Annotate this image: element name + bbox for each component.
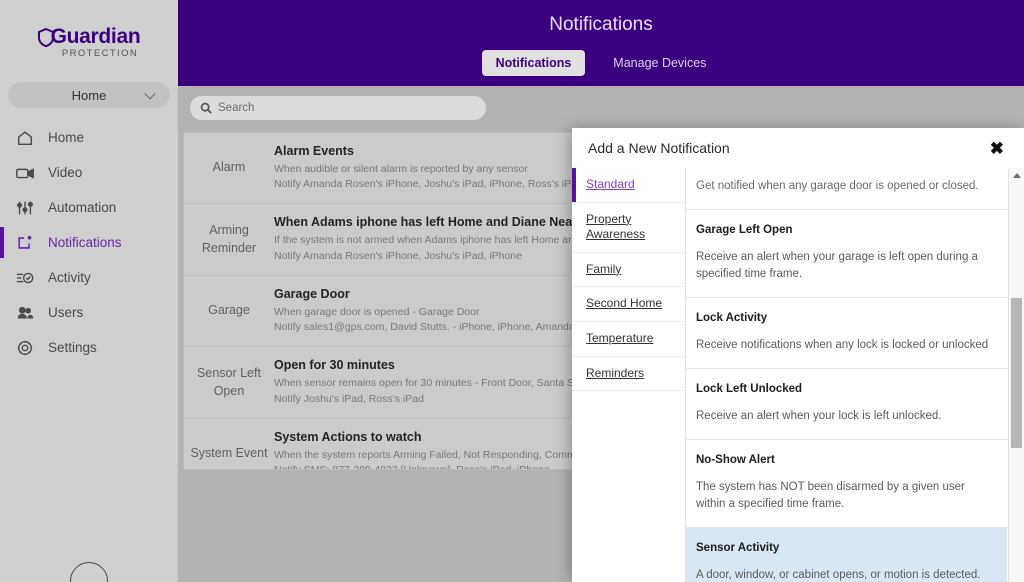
list-item[interactable]: Lock Left Unlocked Receive an alert when… xyxy=(686,369,1007,440)
modal-title: Add a New Notification xyxy=(588,140,986,156)
home-icon xyxy=(14,127,36,149)
list-item[interactable]: Garage Left Open Receive an alert when y… xyxy=(686,210,1007,298)
option-description: Receive notifications when any lock is l… xyxy=(696,337,993,354)
search-placeholder: Search xyxy=(218,102,254,114)
modal-category-family[interactable]: Family xyxy=(572,253,685,288)
sidebar: Guardian PROTECTION Home Home xyxy=(0,0,178,582)
scrollbar[interactable] xyxy=(1008,168,1024,582)
brand-name-row: Guardian xyxy=(38,26,141,47)
list-item[interactable]: No-Show Alert The system has NOT been di… xyxy=(686,440,1007,528)
modal-category-second-home[interactable]: Second Home xyxy=(572,287,685,322)
modal-category-label: Standard xyxy=(586,177,635,191)
page-header: Notifications Notifications Manage Devic… xyxy=(178,0,1024,86)
option-title: No-Show Alert xyxy=(696,452,993,469)
sidebar-item-users[interactable]: Users xyxy=(0,295,178,330)
row-category: Alarm xyxy=(184,144,274,192)
option-description: A door, window, or cabinet opens, or mot… xyxy=(696,567,993,582)
sidebar-item-settings[interactable]: Settings xyxy=(0,330,178,365)
option-description: The system has NOT been disarmed by a gi… xyxy=(696,479,993,514)
close-icon[interactable]: ✖ xyxy=(986,138,1008,159)
sidebar-item-automation[interactable]: Automation xyxy=(0,190,178,225)
option-title: Lock Left Unlocked xyxy=(696,381,993,398)
modal-category-label: Second Home xyxy=(586,296,662,310)
gear-icon xyxy=(14,337,36,359)
chevron-down-icon xyxy=(144,88,155,99)
modal-header: Add a New Notification ✖ xyxy=(572,128,1024,168)
header-tabs: Notifications Manage Devices xyxy=(178,50,1024,76)
row-category: System Event xyxy=(184,430,274,470)
location-selector[interactable]: Home xyxy=(8,82,170,108)
sidebar-item-home[interactable]: Home xyxy=(0,120,178,155)
location-selector-label: Home xyxy=(72,88,107,103)
option-title: Garage Left Open xyxy=(696,222,993,239)
row-category: Sensor Left Open xyxy=(184,358,274,406)
activity-list-icon xyxy=(14,267,36,289)
sidebar-item-label: Activity xyxy=(48,270,91,285)
notification-bell-icon xyxy=(14,232,36,254)
search-input[interactable]: Search xyxy=(190,96,486,120)
option-description: Receive an alert when your garage is lef… xyxy=(696,249,993,284)
sidebar-nav: Home Video xyxy=(0,120,178,365)
modal-category-label: Reminders xyxy=(586,366,644,380)
option-title: Sensor Activity xyxy=(696,540,993,557)
sidebar-item-label: Automation xyxy=(48,200,116,215)
sliders-icon xyxy=(14,197,36,219)
list-item[interactable]: Lock Activity Receive notifications when… xyxy=(686,298,1007,369)
sidebar-item-video[interactable]: Video xyxy=(0,155,178,190)
option-description: Receive an alert when your lock is left … xyxy=(696,408,993,425)
add-notification-modal: Add a New Notification ✖ Standard Proper… xyxy=(572,128,1024,582)
brand-logo: Guardian PROTECTION xyxy=(0,0,178,76)
sidebar-item-activity[interactable]: Activity xyxy=(0,260,178,295)
tab-notifications[interactable]: Notifications xyxy=(482,50,586,76)
tab-manage-devices[interactable]: Manage Devices xyxy=(599,50,720,76)
modal-category-label: Temperature xyxy=(586,331,653,345)
row-category: Garage xyxy=(184,287,274,335)
app-root: Guardian PROTECTION Home Home xyxy=(0,0,1024,582)
sidebar-item-notifications[interactable]: Notifications xyxy=(0,225,178,260)
modal-category-label: Property Awareness xyxy=(586,212,645,242)
modal-option-list: Get notified when any garage door is ope… xyxy=(686,168,1024,582)
video-camera-icon xyxy=(14,162,36,184)
scroll-up-arrow-icon[interactable] xyxy=(1009,168,1024,182)
modal-category-reminders[interactable]: Reminders xyxy=(572,357,685,392)
modal-category-label: Family xyxy=(586,262,621,276)
brand-name: Guardian xyxy=(51,26,141,47)
modal-category-list: Standard Property Awareness Family Secon… xyxy=(572,168,686,582)
scrollbar-thumb[interactable] xyxy=(1011,298,1022,448)
sidebar-item-label: Video xyxy=(48,165,82,180)
brand-tagline: PROTECTION xyxy=(38,49,141,59)
list-item[interactable]: Sensor Activity A door, window, or cabin… xyxy=(686,528,1007,582)
modal-category-temperature[interactable]: Temperature xyxy=(572,322,685,357)
modal-category-property-awareness[interactable]: Property Awareness xyxy=(572,203,685,253)
sidebar-item-label: Users xyxy=(48,305,83,320)
modal-category-standard[interactable]: Standard xyxy=(572,168,685,203)
sidebar-item-label: Home xyxy=(48,130,84,145)
modal-body: Standard Property Awareness Family Secon… xyxy=(572,168,1024,582)
page-title: Notifications xyxy=(178,0,1024,36)
sidebar-item-label: Notifications xyxy=(48,235,122,250)
shield-icon xyxy=(38,28,54,47)
option-title: Lock Activity xyxy=(696,310,993,327)
row-category: Arming Reminder xyxy=(184,215,274,263)
search-icon xyxy=(200,102,212,114)
search-row: Search xyxy=(178,86,1024,120)
modal-option-scroll: Get notified when any garage door is ope… xyxy=(686,168,1024,582)
option-description: Get notified when any garage door is ope… xyxy=(696,178,993,195)
sidebar-item-label: Settings xyxy=(48,340,97,355)
avatar[interactable] xyxy=(70,562,108,582)
users-icon xyxy=(14,302,36,324)
list-item[interactable]: Get notified when any garage door is ope… xyxy=(686,168,1007,210)
